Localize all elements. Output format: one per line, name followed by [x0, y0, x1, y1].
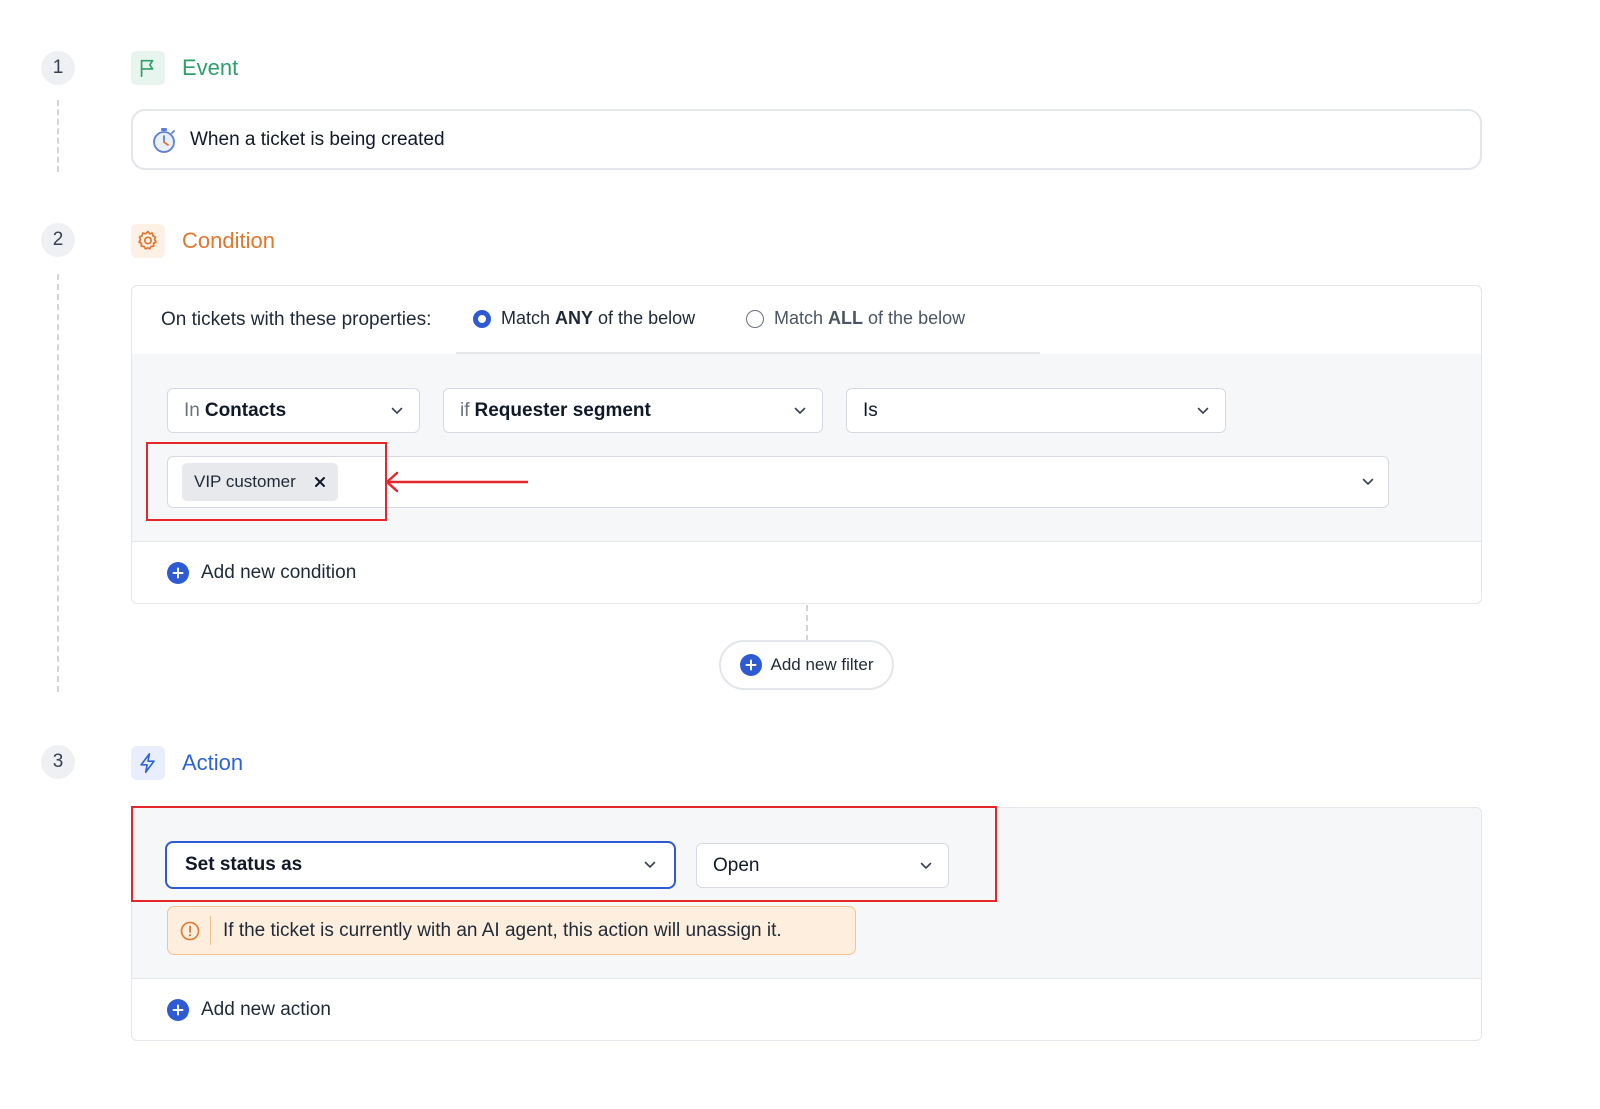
stopwatch-icon: [150, 126, 178, 154]
match-any-option[interactable]: Match ANY of the below: [473, 308, 695, 329]
warning-icon: [180, 921, 200, 941]
gear-icon: [131, 224, 165, 258]
match-all-strong: ALL: [828, 308, 864, 328]
if-select[interactable]: if Requester segment: [443, 388, 823, 433]
lightning-icon: [131, 746, 165, 780]
match-all-prefix: Match: [774, 308, 829, 328]
chevron-down-icon: [1197, 407, 1209, 415]
step-number-3: 3: [41, 745, 75, 779]
operator-select-value: Is: [863, 399, 878, 421]
arrow-left-icon: [385, 471, 528, 493]
plus-circle-icon: [739, 654, 762, 676]
flag-icon: [131, 51, 165, 85]
event-field[interactable]: When a ticket is being created: [131, 109, 1482, 170]
operator-select[interactable]: Is: [846, 388, 1226, 433]
in-select[interactable]: In Contacts: [167, 388, 420, 433]
filter-connector: [806, 605, 808, 641]
plus-circle-icon: [167, 999, 189, 1021]
highlight-box-action: [131, 806, 997, 902]
radio-unselected-icon[interactable]: [746, 309, 764, 328]
add-action-button[interactable]: Add new action: [167, 999, 331, 1021]
step-number-2: 2: [41, 223, 75, 257]
match-all-suffix: of the below: [863, 308, 966, 328]
add-condition-button[interactable]: Add new condition: [167, 562, 356, 584]
step-connector-2: [57, 274, 59, 692]
condition-intro: On tickets with these properties:: [161, 309, 432, 330]
match-any-prefix: Match: [501, 308, 556, 328]
in-select-prefix: In: [184, 399, 200, 421]
chevron-down-icon: [391, 407, 403, 415]
add-filter-label: Add new filter: [770, 655, 874, 674]
chevron-down-icon: [794, 407, 806, 415]
step-number-1: 1: [41, 51, 75, 85]
add-condition-label: Add new condition: [201, 562, 357, 583]
highlight-box-tag: [146, 442, 387, 521]
radio-selected-icon[interactable]: [473, 309, 491, 328]
add-action-label: Add new action: [201, 999, 331, 1020]
event-text: When a ticket is being created: [190, 128, 445, 150]
match-all-option[interactable]: Match ALL of the below: [746, 308, 965, 329]
match-any-suffix: of the below: [593, 308, 696, 328]
add-filter-button[interactable]: Add new filter: [719, 640, 894, 690]
warning-text: If the ticket is currently with an AI ag…: [223, 919, 782, 941]
warning-divider: [210, 916, 211, 945]
chevron-down-icon: [1362, 478, 1374, 486]
in-select-value: Contacts: [204, 399, 287, 421]
header-underline: [456, 352, 1040, 354]
step-title-action: Action: [182, 750, 244, 775]
step-connector-1: [57, 100, 59, 172]
warning-banner: If the ticket is currently with an AI ag…: [167, 906, 856, 955]
step-title-condition: Condition: [182, 228, 275, 253]
plus-circle-icon: [167, 562, 189, 584]
match-any-strong: ANY: [555, 308, 594, 328]
if-select-value: Requester segment: [474, 399, 651, 421]
step-title-event: Event: [182, 55, 239, 80]
if-select-prefix: if: [460, 399, 470, 421]
